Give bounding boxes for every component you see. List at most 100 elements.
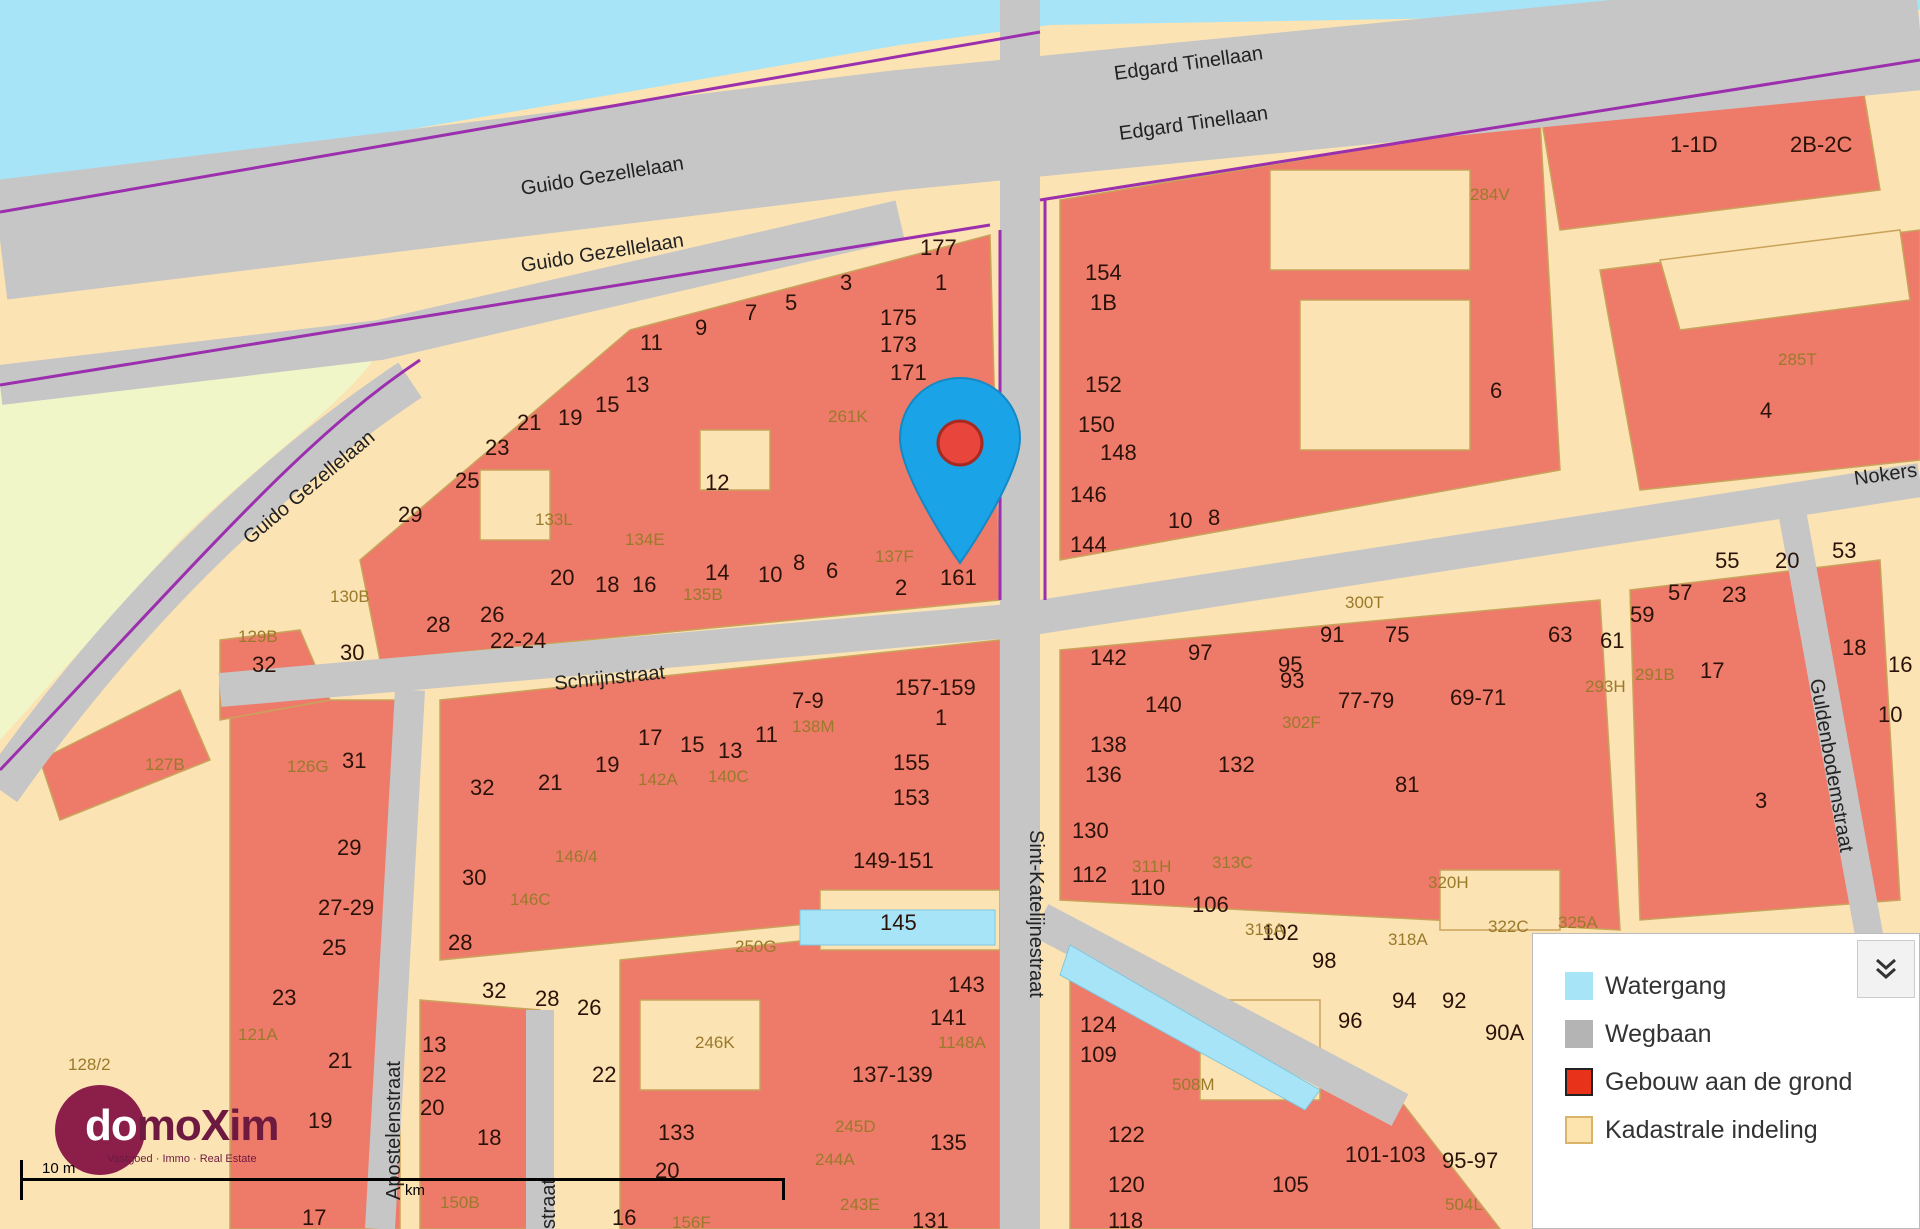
svg-text:7: 7 <box>745 300 757 325</box>
svg-text:144: 144 <box>1070 532 1107 557</box>
svg-text:152: 152 <box>1085 372 1122 397</box>
svg-text:155: 155 <box>893 750 930 775</box>
svg-text:22: 22 <box>592 1062 616 1087</box>
svg-text:21: 21 <box>538 770 562 795</box>
legend-item-kadastrale: Kadastrale indeling <box>1565 1106 1852 1154</box>
svg-text:96: 96 <box>1338 1008 1362 1033</box>
svg-text:19: 19 <box>595 752 619 777</box>
scale-tick <box>782 1178 785 1200</box>
svg-text:250G: 250G <box>735 937 777 956</box>
svg-text:2: 2 <box>895 575 907 600</box>
svg-text:129B: 129B <box>238 627 278 646</box>
svg-text:131: 131 <box>912 1208 949 1229</box>
svg-text:61: 61 <box>1600 628 1624 653</box>
svg-text:9: 9 <box>695 315 707 340</box>
svg-text:150: 150 <box>1078 412 1115 437</box>
svg-text:28: 28 <box>535 986 559 1011</box>
svg-text:22-24: 22-24 <box>490 628 546 653</box>
svg-text:59: 59 <box>1630 602 1654 627</box>
svg-text:7-9: 7-9 <box>792 688 824 713</box>
svg-text:93: 93 <box>1280 668 1304 693</box>
scale-label-left: 10 m <box>42 1160 76 1177</box>
svg-text:173: 173 <box>880 332 917 357</box>
svg-text:77-79: 77-79 <box>1338 688 1394 713</box>
svg-text:25: 25 <box>322 935 346 960</box>
svg-text:175: 175 <box>880 305 917 330</box>
svg-text:17: 17 <box>302 1205 326 1229</box>
svg-text:316A: 316A <box>1245 920 1285 939</box>
svg-text:161: 161 <box>940 565 977 590</box>
svg-text:4: 4 <box>1760 398 1772 423</box>
legend-item-gebouw: Gebouw aan de grond <box>1565 1058 1852 1106</box>
svg-text:128/2: 128/2 <box>68 1055 111 1074</box>
svg-text:130: 130 <box>1072 818 1109 843</box>
legend-item-watergang: Watergang <box>1565 962 1852 1010</box>
svg-text:5: 5 <box>785 290 797 315</box>
svg-text:138: 138 <box>1090 732 1127 757</box>
svg-text:122: 122 <box>1108 1122 1145 1147</box>
svg-text:261K: 261K <box>828 407 868 426</box>
svg-text:57: 57 <box>1668 580 1692 605</box>
svg-text:134E: 134E <box>625 530 665 549</box>
svg-text:291B: 291B <box>1635 665 1675 684</box>
svg-text:16: 16 <box>632 572 656 597</box>
svg-text:153: 153 <box>893 785 930 810</box>
svg-text:135: 135 <box>930 1130 967 1155</box>
svg-text:26: 26 <box>577 995 601 1020</box>
svg-text:17: 17 <box>1700 658 1724 683</box>
svg-text:311H: 311H <box>1132 857 1171 876</box>
scale-bar: 10 m km <box>20 1160 790 1200</box>
svg-text:55: 55 <box>1715 548 1739 573</box>
svg-text:12: 12 <box>705 470 729 495</box>
svg-text:3: 3 <box>1755 788 1767 813</box>
svg-text:27-29: 27-29 <box>318 895 374 920</box>
scale-label-mid: km <box>405 1182 425 1199</box>
svg-text:106: 106 <box>1192 892 1229 917</box>
svg-text:132: 132 <box>1218 752 1255 777</box>
svg-text:30: 30 <box>462 865 486 890</box>
svg-text:136: 136 <box>1085 762 1122 787</box>
svg-text:6: 6 <box>1490 378 1502 403</box>
svg-text:2B-2C: 2B-2C <box>1790 132 1852 157</box>
svg-text:244A: 244A <box>815 1150 855 1169</box>
svg-text:29: 29 <box>337 835 361 860</box>
svg-text:143: 143 <box>948 972 985 997</box>
legend-collapse-button[interactable] <box>1857 940 1915 998</box>
svg-text:29: 29 <box>398 502 422 527</box>
svg-text:142: 142 <box>1090 645 1127 670</box>
svg-text:157-159: 157-159 <box>895 675 976 700</box>
legend-swatch <box>1565 972 1593 1000</box>
svg-text:508M: 508M <box>1172 1075 1215 1094</box>
legend-label: Gebouw aan de grond <box>1605 1067 1853 1096</box>
svg-text:28: 28 <box>426 612 450 637</box>
svg-text:21: 21 <box>328 1048 352 1073</box>
svg-text:13: 13 <box>718 738 742 763</box>
svg-text:13: 13 <box>422 1032 446 1057</box>
legend-label: Wegbaan <box>1605 1019 1712 1048</box>
svg-text:141: 141 <box>930 1005 967 1030</box>
svg-text:28: 28 <box>448 930 472 955</box>
svg-text:245D: 245D <box>835 1117 876 1136</box>
svg-text:10: 10 <box>1168 508 1192 533</box>
svg-text:20: 20 <box>550 565 574 590</box>
svg-text:90A: 90A <box>1485 1020 1524 1045</box>
svg-text:243E: 243E <box>840 1195 880 1214</box>
svg-text:23: 23 <box>272 985 296 1010</box>
svg-text:133L: 133L <box>535 510 573 529</box>
svg-text:3: 3 <box>840 270 852 295</box>
svg-text:8: 8 <box>793 550 805 575</box>
svg-text:8: 8 <box>1208 505 1220 530</box>
svg-text:16: 16 <box>612 1205 636 1229</box>
svg-text:300T: 300T <box>1345 593 1384 612</box>
svg-text:146: 146 <box>1070 482 1107 507</box>
svg-text:25: 25 <box>455 468 479 493</box>
legend-swatch <box>1565 1116 1593 1144</box>
svg-text:16: 16 <box>1888 652 1912 677</box>
svg-text:18: 18 <box>1842 635 1866 660</box>
legend-list: Watergang Wegbaan Gebouw aan de grond Ka… <box>1565 962 1852 1154</box>
svg-text:101-103: 101-103 <box>1345 1142 1426 1167</box>
svg-text:31: 31 <box>342 748 366 773</box>
svg-text:118: 118 <box>1108 1208 1143 1229</box>
legend-swatch <box>1565 1020 1593 1048</box>
svg-text:23: 23 <box>485 435 509 460</box>
